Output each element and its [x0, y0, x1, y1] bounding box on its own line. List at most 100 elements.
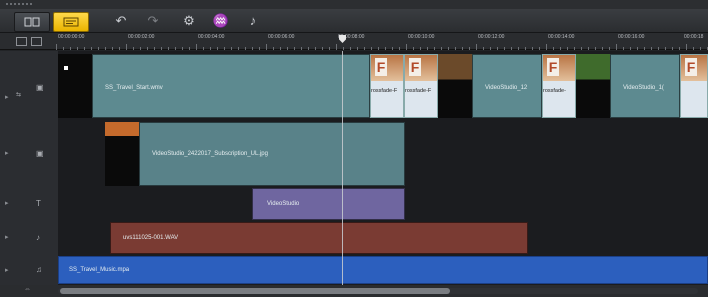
- ruler-label: 00:00:00:00: [58, 34, 85, 40]
- ruler-tick: [245, 47, 246, 50]
- ruler-tick: [609, 47, 610, 50]
- video-clip[interactable]: VideoStudio_1(: [610, 54, 680, 118]
- video-track-header[interactable]: ▸ ⇆ ▣: [0, 51, 58, 122]
- ruler-tick: [119, 47, 120, 50]
- track-expand-icon[interactable]: ▸: [5, 266, 9, 274]
- ruler-tick: [637, 47, 638, 50]
- time-ruler[interactable]: 00:00:00:00 00:00:02:00 00:00:04:00 00:0…: [56, 33, 708, 50]
- transition-thumbnail: F: [543, 55, 575, 81]
- transition-clip[interactable]: F rossfade-F: [370, 54, 404, 118]
- ruler-tick: [203, 47, 204, 50]
- ruler-tick: [679, 47, 680, 50]
- timeline-scrollbar[interactable]: ⇔: [0, 285, 708, 297]
- video-clip[interactable]: VideoStudio_12: [472, 54, 542, 118]
- title-track-header[interactable]: ▸ T: [0, 187, 58, 222]
- ruler-tick: [420, 47, 421, 50]
- clip-label: uvs111025-001.WAV: [123, 235, 179, 241]
- ruler-tick: [259, 47, 260, 50]
- transition-clip[interactable]: F: [680, 54, 708, 118]
- crossfade-icon: F: [375, 58, 387, 76]
- ruler-tick: [406, 44, 407, 50]
- voice-track-header[interactable]: ▸ ♪: [0, 221, 58, 256]
- ripple-editing-icon[interactable]: ⇆: [16, 91, 21, 98]
- ruler-tick: [280, 47, 281, 50]
- music-track-icon: ♫: [36, 265, 42, 274]
- playhead-line[interactable]: [342, 51, 343, 285]
- record-capture-button[interactable]: ⚙: [178, 12, 200, 30]
- music-clip[interactable]: SS_Travel_Music.mpa: [58, 256, 708, 284]
- zoom-to-fit-icon[interactable]: ⇔: [24, 286, 31, 293]
- ruler-tick: [553, 47, 554, 50]
- ruler-tick: [63, 47, 64, 50]
- ruler-label: 00:00:06:00: [268, 34, 295, 40]
- clip-label: VideoStudio_2422017_Subscription_UL.jpg: [152, 151, 268, 157]
- ruler-tick: [357, 47, 358, 50]
- ruler-tick: [315, 47, 316, 50]
- ruler-tick: [301, 47, 302, 50]
- ruler-tick: [91, 47, 92, 50]
- track-manager-button[interactable]: [0, 33, 56, 50]
- ruler-tick: [56, 44, 57, 50]
- clip-label: VideoStudio_1(: [623, 85, 664, 91]
- video-clip[interactable]: SS_Travel_Start.wmv: [92, 54, 370, 118]
- ruler-tick: [126, 44, 127, 50]
- ruler-tick: [294, 47, 295, 50]
- overlay-track-header[interactable]: ▸ ▣: [0, 121, 58, 188]
- ruler-tick: [105, 47, 106, 50]
- clip-label: VideoStudio: [267, 201, 300, 207]
- ruler-tick: [238, 47, 239, 50]
- transition-clip[interactable]: F rossfade-F: [404, 54, 438, 118]
- ruler-tick: [385, 47, 386, 50]
- auto-music-icon: ♪: [249, 13, 257, 28]
- video-track-lane: SS_Travel_Start.wmv F rossfade-F F rossf…: [58, 51, 708, 122]
- ruler-tick: [140, 47, 141, 50]
- ruler-tick: [77, 47, 78, 50]
- transition-thumbnail: F: [405, 55, 437, 81]
- transition-clip[interactable]: F rossfade-: [542, 54, 576, 118]
- voice-clip[interactable]: uvs111025-001.WAV: [110, 222, 528, 254]
- title-clip[interactable]: VideoStudio: [252, 188, 405, 220]
- music-track-lane: SS_Travel_Music.mpa: [58, 255, 708, 286]
- ruler-tick: [427, 47, 428, 50]
- transition-label: rossfade-: [543, 88, 566, 94]
- ruler-tick: [602, 47, 603, 50]
- ruler-label: 00:00:14:00: [548, 34, 575, 40]
- timeline-view-button[interactable]: [53, 12, 89, 32]
- track-expand-icon[interactable]: ▸: [5, 149, 9, 157]
- ruler-tick: [455, 47, 456, 50]
- title-track-icon: T: [36, 199, 41, 208]
- ruler-tick: [539, 47, 540, 50]
- playhead-marker[interactable]: [339, 35, 346, 43]
- ruler-tick: [630, 47, 631, 50]
- ruler-tick: [168, 47, 169, 50]
- ruler-tick: [441, 47, 442, 50]
- ruler-tick: [112, 47, 113, 50]
- redo-button[interactable]: ↷: [142, 12, 164, 30]
- ruler-tick: [483, 47, 484, 50]
- ruler-tick: [336, 44, 337, 50]
- track-expand-icon[interactable]: ▸: [5, 93, 9, 101]
- panel-grip[interactable]: [0, 0, 708, 9]
- crossfade-icon: F: [547, 58, 559, 76]
- ruler-tick: [469, 47, 470, 50]
- track-manager-icon: [16, 37, 27, 46]
- ruler-tick: [217, 47, 218, 50]
- ruler-tick: [574, 47, 575, 50]
- ruler-tick: [595, 47, 596, 50]
- ruler-tick: [581, 47, 582, 50]
- sound-mixer-button[interactable]: ♒: [210, 12, 232, 30]
- overlay-clip[interactable]: VideoStudio_2422017_Subscription_UL.jpg: [139, 122, 405, 186]
- title-track-lane: VideoStudio: [58, 187, 708, 222]
- music-track-header[interactable]: ▸ ♫: [0, 255, 58, 286]
- auto-music-button[interactable]: ♪: [242, 12, 264, 30]
- undo-button[interactable]: ↶: [110, 12, 132, 30]
- track-expand-icon[interactable]: ▸: [5, 199, 9, 207]
- ruler-tick: [364, 47, 365, 50]
- ruler-tick: [133, 47, 134, 50]
- ruler-tick: [511, 47, 512, 50]
- track-expand-icon[interactable]: ▸: [5, 233, 9, 241]
- ruler-tick: [567, 47, 568, 50]
- scrollbar-thumb[interactable]: [60, 288, 450, 294]
- storyboard-view-button[interactable]: [14, 12, 50, 32]
- ruler-tick: [98, 47, 99, 50]
